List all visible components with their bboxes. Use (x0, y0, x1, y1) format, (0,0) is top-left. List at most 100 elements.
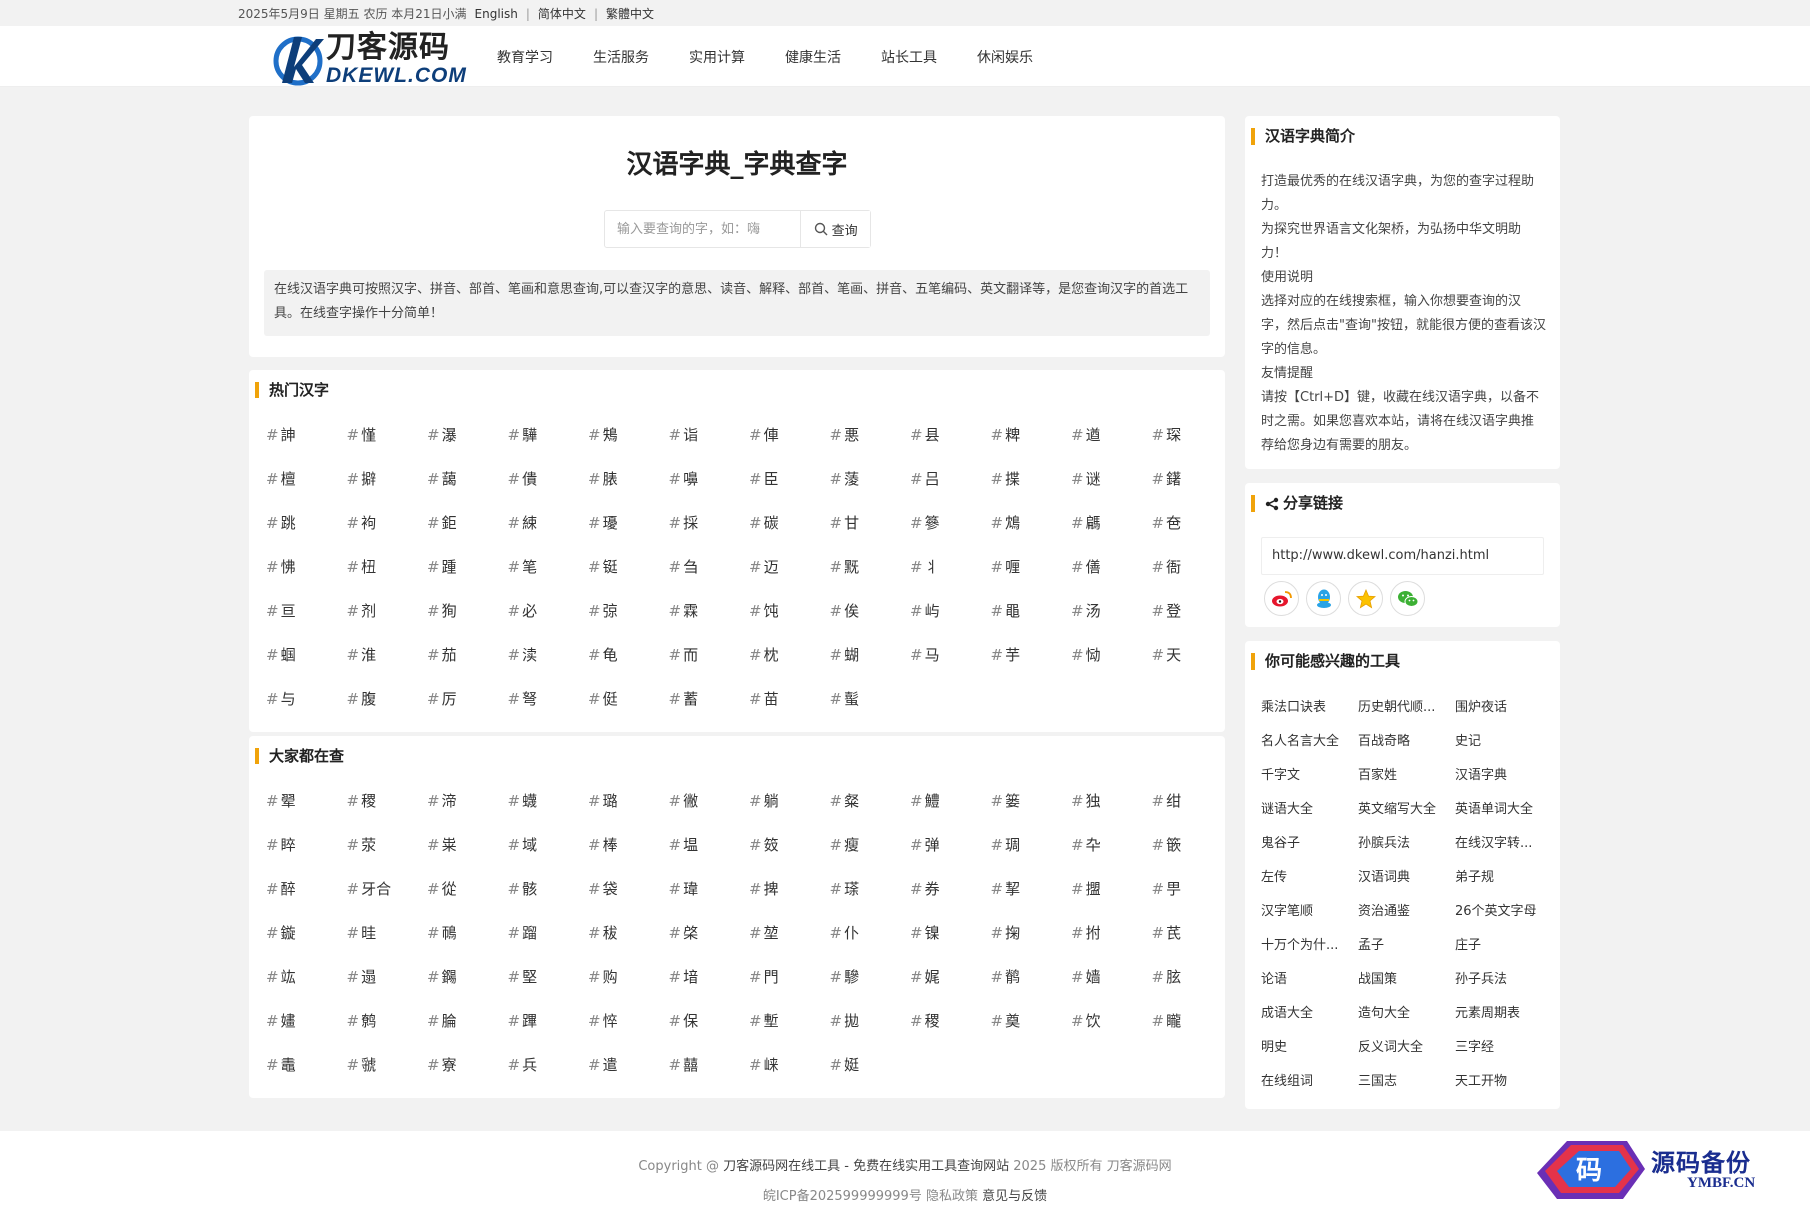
hot-character-item[interactable]: # 擗 (347, 468, 428, 512)
popular-character-item[interactable]: # 徶 (669, 790, 750, 834)
hot-character-item[interactable]: # 刍 (669, 556, 750, 600)
feedback-link[interactable]: 意见与反馈 (982, 1189, 1047, 1204)
popular-character-item[interactable]: # 囍 (669, 1054, 750, 1098)
popular-character-item[interactable]: # 笯 (749, 834, 830, 878)
popular-character-item[interactable]: # 竑 (266, 966, 347, 1010)
hot-character-item[interactable]: # 屿 (910, 600, 991, 644)
popular-character-item[interactable]: # 渧 (427, 790, 508, 834)
hot-character-item[interactable]: # 僓 (508, 468, 589, 512)
hot-character-item[interactable]: # 枕 (749, 644, 830, 688)
popular-character-item[interactable]: # 甼 (1152, 878, 1233, 922)
hot-character-item[interactable]: # 跳 (266, 512, 347, 556)
hot-character-item[interactable]: # 衙 (1152, 556, 1233, 600)
hot-character-item[interactable]: # 檀 (266, 468, 347, 512)
qq-icon[interactable] (1306, 581, 1341, 616)
popular-character-item[interactable]: # 饮 (1071, 1010, 1152, 1054)
tool-link[interactable]: 资治通鉴 (1358, 895, 1455, 929)
tool-link[interactable]: 谜语大全 (1261, 793, 1358, 827)
popular-character-item[interactable]: # 券 (910, 878, 991, 922)
hot-character-item[interactable]: # 铤 (588, 556, 669, 600)
hot-character-item[interactable]: # 蔆 (830, 468, 911, 512)
hot-character-item[interactable]: # 俟 (830, 600, 911, 644)
hot-character-item[interactable]: # 鐯 (1152, 468, 1233, 512)
hot-character-item[interactable]: # 马 (910, 644, 991, 688)
hot-character-item[interactable]: # 袧 (347, 512, 428, 556)
tool-link[interactable]: 三国志 (1358, 1065, 1455, 1099)
nav-webmaster-tools[interactable]: 站长工具 (881, 47, 937, 67)
hot-character-item[interactable]: # 夿 (1152, 512, 1233, 556)
popular-character-item[interactable]: # 翚 (266, 790, 347, 834)
popular-character-item[interactable]: # 绀 (1152, 790, 1233, 834)
popular-character-item[interactable]: # 独 (1071, 790, 1152, 834)
popular-character-item[interactable]: # 保 (669, 1010, 750, 1054)
popular-character-item[interactable]: # 鹩 (347, 1010, 428, 1054)
hot-character-item[interactable]: # 鉅 (427, 512, 508, 556)
hot-character-item[interactable]: # 必 (508, 600, 589, 644)
tool-link[interactable]: 成语大全 (1261, 997, 1358, 1031)
popular-character-item[interactable]: # 遢 (347, 966, 428, 1010)
hot-character-item[interactable]: # 弩 (508, 688, 589, 732)
tool-link[interactable]: 鬼谷子 (1261, 827, 1358, 861)
popular-character-item[interactable]: # 蹕 (508, 1010, 589, 1054)
hot-character-item[interactable]: # 与 (266, 688, 347, 732)
popular-character-item[interactable]: # 域 (508, 834, 589, 878)
tool-link[interactable]: 汉语字典 (1455, 759, 1552, 793)
tool-link[interactable]: 战国策 (1358, 963, 1455, 997)
hot-character-item[interactable]: # 粺 (991, 424, 1072, 468)
tool-link[interactable]: 汉语词典 (1358, 861, 1455, 895)
popular-character-item[interactable]: # 嫱 (1071, 966, 1152, 1010)
tool-link[interactable]: 左传 (1261, 861, 1358, 895)
tool-link[interactable]: 元素周期表 (1455, 997, 1552, 1031)
popular-character-item[interactable]: # 蹓 (508, 922, 589, 966)
tool-link[interactable]: 论语 (1261, 963, 1358, 997)
popular-character-item[interactable]: # 擝 (1071, 878, 1152, 922)
hot-character-item[interactable]: # 而 (669, 644, 750, 688)
tool-link[interactable]: 千字文 (1261, 759, 1358, 793)
popular-character-item[interactable]: # 鼃 (266, 1054, 347, 1098)
tool-link[interactable]: 孙膑兵法 (1358, 827, 1455, 861)
popular-character-item[interactable]: # 卆 (1071, 834, 1152, 878)
popular-character-item[interactable]: # 袋 (588, 878, 669, 922)
hot-character-item[interactable]: # 慬 (347, 424, 428, 468)
hot-character-item[interactable]: # 踵 (427, 556, 508, 600)
popular-character-item[interactable]: # 堃 (749, 922, 830, 966)
hot-character-item[interactable]: # 碳 (749, 512, 830, 556)
hot-character-item[interactable]: # 恸 (1071, 644, 1152, 688)
tool-link[interactable]: 孟子 (1358, 929, 1455, 963)
popular-character-item[interactable]: # 仆 (830, 922, 911, 966)
share-url-field[interactable]: http://www.dkewl.com/hanzi.html (1261, 537, 1544, 575)
hot-character-item[interactable]: # 登 (1152, 600, 1233, 644)
popular-character-item[interactable]: # 蠛 (508, 790, 589, 834)
tool-link[interactable]: 孙子兵法 (1455, 963, 1552, 997)
tool-link[interactable]: 十万个为什... (1261, 929, 1358, 963)
popular-character-item[interactable]: # 购 (588, 966, 669, 1010)
hot-character-item[interactable]: # 县 (910, 424, 991, 468)
site-logo[interactable]: 刀客源码 DKEWL.COM (272, 29, 466, 89)
hot-character-item[interactable]: # 龟 (588, 644, 669, 688)
nav-education[interactable]: 教育学习 (497, 47, 553, 67)
footer-site-link[interactable]: 刀客源码网在线工具 - 免费在线实用工具查询网站 (723, 1159, 1009, 1174)
tool-link[interactable]: 英语单词大全 (1455, 793, 1552, 827)
privacy-link[interactable]: 隐私政策 (926, 1189, 978, 1204)
popular-character-item[interactable]: # 塹 (749, 1010, 830, 1054)
popular-character-item[interactable]: # 鱧 (910, 790, 991, 834)
hot-character-item[interactable]: # 笔 (508, 556, 589, 600)
tool-link[interactable]: 在线汉字转... (1455, 827, 1552, 861)
icp-link[interactable]: 皖ICP备202599999999号 (763, 1189, 922, 1204)
tool-link[interactable]: 汉字笔顺 (1261, 895, 1358, 929)
tool-link[interactable]: 26个英文字母 (1455, 895, 1552, 929)
popular-character-item[interactable]: # 琱 (991, 834, 1072, 878)
popular-character-item[interactable]: # 晆 (347, 922, 428, 966)
tool-link[interactable]: 英文缩写大全 (1358, 793, 1455, 827)
popular-character-item[interactable]: # 篏 (1152, 834, 1233, 878)
popular-character-item[interactable]: # 牙合 (347, 878, 428, 922)
tool-link[interactable]: 弟子规 (1455, 861, 1552, 895)
popular-character-item[interactable]: # 塭 (669, 834, 750, 878)
popular-character-item[interactable]: # 棒 (588, 834, 669, 878)
hot-character-item[interactable]: # 弶 (588, 600, 669, 644)
hot-character-item[interactable]: # 天 (1152, 644, 1233, 688)
hot-character-item[interactable]: # 嚊 (669, 468, 750, 512)
popular-character-item[interactable]: # 堷 (669, 966, 750, 1010)
hot-character-item[interactable]: # 揲 (991, 468, 1072, 512)
lang-english-link[interactable]: English (475, 7, 518, 21)
